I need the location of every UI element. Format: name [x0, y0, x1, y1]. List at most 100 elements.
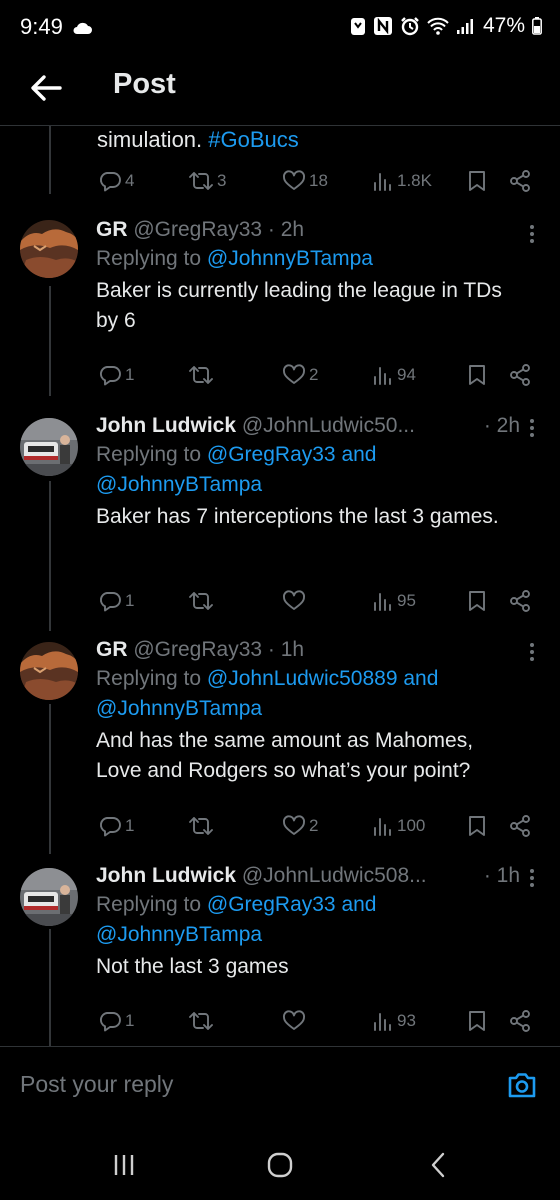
mention-link[interactable]: @GregRay33 and — [207, 893, 377, 916]
more-icon[interactable] — [522, 414, 542, 442]
hashtag-link[interactable]: #GoBucs — [208, 127, 299, 152]
reply-input[interactable]: Post your reply — [20, 1071, 173, 1098]
views-button[interactable]: 94 — [372, 360, 416, 390]
thread-line — [49, 286, 51, 396]
display-name[interactable]: John Ludwick — [96, 414, 236, 437]
like-count: 18 — [309, 171, 328, 190]
reply-count: 1 — [125, 816, 135, 835]
thread-line — [49, 704, 51, 854]
timestamp: · 2h — [479, 412, 520, 440]
battery-icon — [532, 17, 542, 35]
timestamp: · 1h — [479, 862, 520, 890]
replying-to-continued: @JohnnyBTampa — [96, 694, 520, 724]
repost-icon — [189, 366, 213, 384]
more-icon[interactable] — [522, 864, 542, 892]
share-icon — [510, 170, 530, 192]
share-button[interactable] — [508, 811, 532, 841]
views-button[interactable]: 95 — [372, 586, 416, 616]
views-button[interactable]: 100 — [372, 811, 425, 841]
bookmark-button[interactable] — [466, 1006, 488, 1036]
like-icon — [283, 364, 305, 384]
reply-text: Not the last 3 games — [96, 955, 289, 978]
display-name[interactable]: John Ludwick — [96, 864, 236, 887]
replying-to-continued: @JohnnyBTampa — [96, 470, 520, 500]
handle[interactable]: @JohnLudwic508... — [242, 864, 427, 887]
reply-button[interactable]: 1 — [98, 1006, 134, 1036]
reply-text: Baker has 7 interceptions the last 3 gam… — [96, 505, 499, 528]
like-button[interactable]: 2 — [282, 811, 318, 841]
views-count: 100 — [397, 816, 426, 835]
reply-actions: 1 2 100 — [96, 811, 536, 841]
reply-text: Baker is currently leading the league in… — [96, 279, 502, 332]
bookmark-icon — [469, 816, 485, 836]
repost-icon — [189, 1012, 213, 1030]
like-button[interactable]: 2 — [282, 360, 318, 390]
handle[interactable]: @GregRay33 · 2h — [133, 218, 304, 241]
reply-actions: 1 95 — [96, 586, 536, 616]
mention-link[interactable]: @GregRay33 and — [207, 443, 377, 466]
replying-to: Replying to @JohnnyBTampa — [96, 247, 373, 270]
repost-button[interactable] — [188, 586, 214, 616]
signal-icon — [456, 19, 473, 34]
reply-feed[interactable]: simulation. #GoBucs 4 3 18 1.8K GR @Greg… — [0, 126, 560, 1046]
battery-percent: 47% — [482, 14, 525, 37]
avatar[interactable] — [20, 642, 78, 700]
views-icon — [374, 593, 391, 611]
more-icon[interactable] — [522, 220, 542, 248]
reply-button[interactable]: 4 — [98, 166, 134, 196]
repost-icon — [189, 592, 213, 610]
avatar[interactable] — [20, 868, 78, 926]
thread-line — [49, 126, 51, 194]
thread-line — [49, 929, 51, 1046]
display-name[interactable]: GR — [96, 638, 128, 661]
repost-icon — [189, 817, 213, 835]
avatar[interactable] — [20, 418, 78, 476]
mention-link[interactable]: @JohnnyBTampa — [96, 473, 262, 496]
back-arrow-icon[interactable] — [28, 70, 64, 106]
back-nav-icon[interactable] — [418, 1148, 458, 1182]
bookmark-button[interactable] — [466, 586, 488, 616]
repost-button[interactable] — [188, 360, 214, 390]
home-icon[interactable] — [260, 1148, 300, 1182]
replying-to: Replying to @GregRay33 and — [96, 443, 377, 466]
reply-button[interactable]: 1 — [98, 360, 134, 390]
repost-button[interactable] — [188, 1006, 214, 1036]
replying-to-continued: @JohnnyBTampa — [96, 920, 520, 950]
views-button[interactable]: 1.8K — [372, 166, 432, 196]
camera-icon[interactable] — [506, 1069, 538, 1101]
reply-button[interactable]: 1 — [98, 811, 134, 841]
like-button[interactable] — [282, 586, 306, 616]
handle[interactable]: @GregRay33 · 1h — [133, 638, 304, 661]
bookmark-icon — [469, 1011, 485, 1031]
mention-link[interactable]: @JohnnyBTampa — [207, 247, 373, 270]
views-icon — [374, 818, 391, 836]
recents-icon[interactable] — [104, 1148, 144, 1182]
display-name[interactable]: GR — [96, 218, 128, 241]
handle[interactable]: @JohnLudwic50... — [242, 414, 415, 437]
mention-link[interactable]: @JohnnyBTampa — [96, 697, 262, 720]
partial-post-text: simulation. #GoBucs — [97, 127, 299, 152]
share-button[interactable] — [508, 586, 532, 616]
replying-to: Replying to @GregRay33 and — [96, 893, 377, 916]
share-button[interactable] — [508, 166, 532, 196]
more-icon[interactable] — [522, 638, 542, 666]
views-count: 1.8K — [397, 171, 432, 190]
share-button[interactable] — [508, 360, 532, 390]
repost-button[interactable]: 3 — [188, 166, 226, 196]
like-button[interactable]: 18 — [282, 166, 328, 196]
bookmark-button[interactable] — [466, 166, 488, 196]
reply-button[interactable]: 1 — [98, 586, 134, 616]
status-time: 9:49 — [20, 14, 63, 39]
bookmark-button[interactable] — [466, 811, 488, 841]
share-button[interactable] — [508, 1006, 532, 1036]
bookmark-button[interactable] — [466, 360, 488, 390]
repost-button[interactable] — [188, 811, 214, 841]
avatar[interactable] — [20, 220, 78, 278]
reply-actions: 1 93 — [96, 1006, 536, 1036]
views-button[interactable]: 93 — [372, 1006, 416, 1036]
views-icon — [374, 1013, 391, 1031]
mention-link[interactable]: @JohnLudwic50889 and — [207, 667, 439, 690]
like-button[interactable] — [282, 1006, 306, 1036]
mention-link[interactable]: @JohnnyBTampa — [96, 923, 262, 946]
reply-icon — [99, 1012, 121, 1032]
